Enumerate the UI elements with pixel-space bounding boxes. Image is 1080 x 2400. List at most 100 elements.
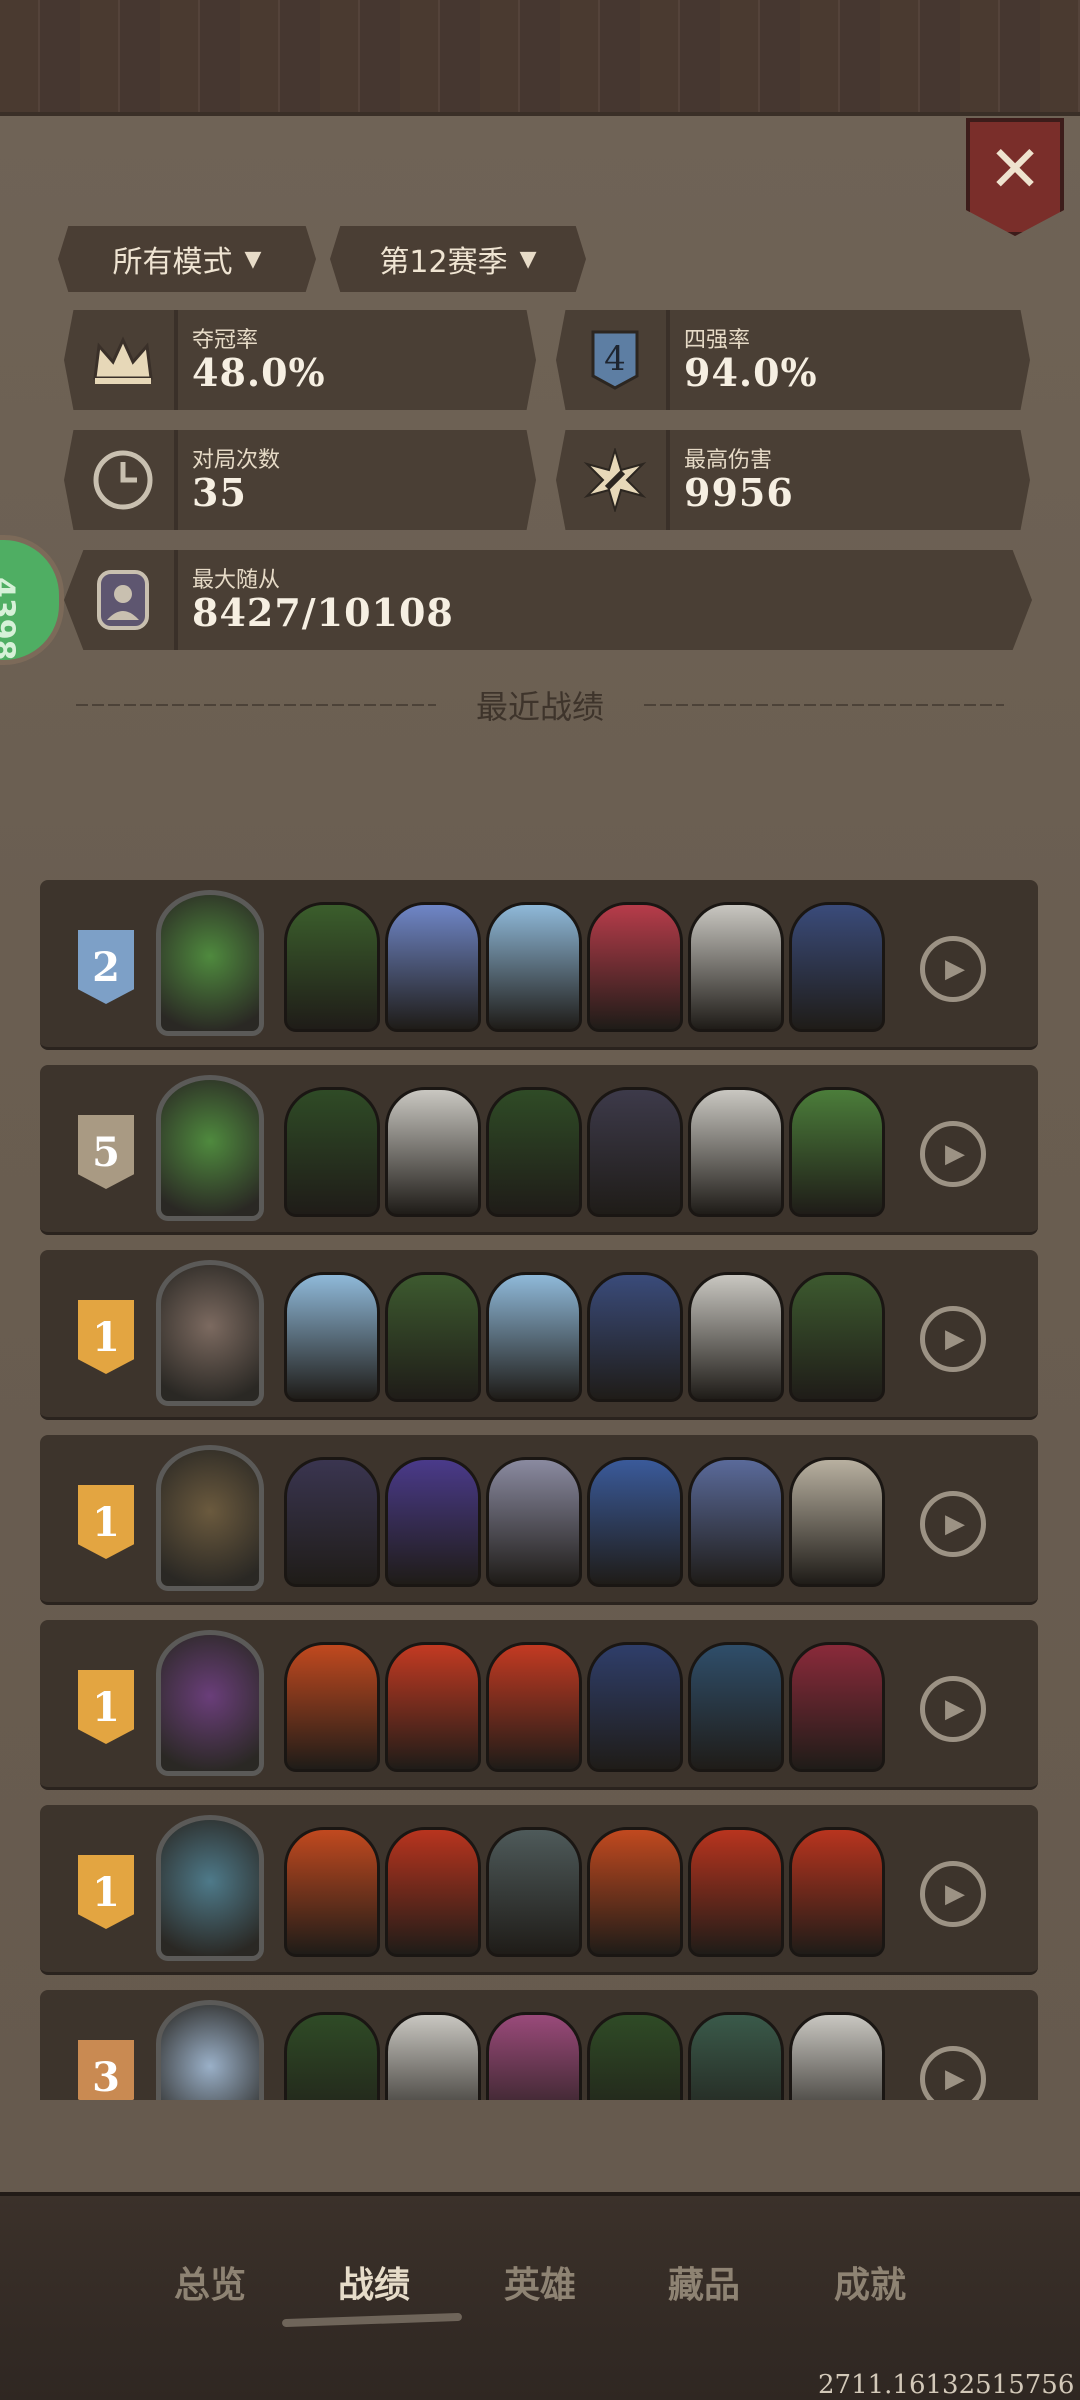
clock-icon [88,446,158,514]
stat-value: 8427/10108 [192,590,454,635]
recent-matches-header: 最近战绩 [0,680,1080,730]
minion-card[interactable] [486,902,582,1032]
minion-card[interactable] [385,1642,481,1772]
hero-portrait[interactable] [156,2000,264,2100]
minion-card[interactable] [284,902,380,1032]
minion-card[interactable] [486,1457,582,1587]
burst-icon [580,446,650,514]
minion-card[interactable] [587,1642,683,1772]
minion-card[interactable] [789,1272,885,1402]
top-wood-frame [0,0,1080,130]
rank-badge: 1 [78,1855,134,1929]
stat-win-rate: 夺冠率 48.0% [64,310,536,410]
tab-overview[interactable]: 总览 [174,2256,246,2308]
tab-achievements[interactable]: 成就 [834,2256,906,2308]
minion-card[interactable] [385,1087,481,1217]
match-row[interactable]: 1 ▶ [40,1250,1038,1420]
minion-card[interactable] [587,1087,683,1217]
stat-divider [666,430,670,530]
minion-card[interactable] [789,1087,885,1217]
stat-value: 94.0% [684,350,818,395]
mode-dropdown[interactable]: 所有模式 ▼ [58,226,316,292]
replay-button[interactable]: ▶ [920,936,986,1002]
replay-button[interactable]: ▶ [920,1491,986,1557]
match-row[interactable]: 1 ▶ [40,1435,1038,1605]
match-history-list[interactable]: 2 ▶ 5 ▶ 1 ▶ 1 ▶ 1 ▶ 1 ▶ 3 ▶ [0,880,1080,2100]
hero-portrait[interactable] [156,1815,264,1961]
minion-card[interactable] [789,902,885,1032]
play-icon: ▶ [945,1694,965,1724]
minion-card[interactable] [385,902,481,1032]
rank-badge: 2 [78,930,134,1004]
minion-card[interactable] [385,2012,481,2100]
play-icon: ▶ [945,1324,965,1354]
replay-button[interactable]: ▶ [920,1676,986,1742]
minion-card[interactable] [688,2012,784,2100]
hero-portrait[interactable] [156,1260,264,1406]
minion-card[interactable] [688,1272,784,1402]
shield-four-icon: 4 [580,326,650,394]
match-row[interactable]: 5 ▶ [40,1065,1038,1235]
build-id: 2711.16132515756 [818,2370,1075,2400]
match-row[interactable]: 2 ▶ [40,880,1038,1050]
minion-card[interactable] [486,1642,582,1772]
stat-divider [174,310,178,410]
minion-card[interactable] [284,1642,380,1772]
minion-card[interactable] [284,1457,380,1587]
replay-button[interactable]: ▶ [920,2046,986,2100]
minion-card[interactable] [486,1087,582,1217]
minion-card[interactable] [688,1457,784,1587]
minion-card[interactable] [789,1457,885,1587]
stat-divider [174,430,178,530]
minion-card[interactable] [587,1457,683,1587]
tab-records[interactable]: 战绩 [338,2256,410,2308]
minion-card[interactable] [688,1642,784,1772]
stat-value: 9956 [684,470,794,515]
section-title: 最近战绩 [475,688,604,726]
hero-portrait[interactable] [156,1630,264,1776]
play-icon: ▶ [945,1879,965,1909]
tab-collection[interactable]: 藏品 [668,2256,740,2308]
minion-card[interactable] [284,1272,380,1402]
hero-portrait[interactable] [156,1075,264,1221]
hero-portrait[interactable] [156,1445,264,1591]
rank-badge: 5 [78,1115,134,1189]
match-row[interactable]: 3 ▶ [40,1990,1038,2100]
match-row[interactable]: 1 ▶ [40,1805,1038,1975]
rank-badge: 1 [78,1670,134,1744]
match-row[interactable]: 1 ▶ [40,1620,1038,1790]
minion-card[interactable] [385,1272,481,1402]
minion-card[interactable] [385,1827,481,1957]
minion-card[interactable] [688,902,784,1032]
play-icon: ▶ [945,2064,965,2094]
minion-card[interactable] [385,1457,481,1587]
hero-portrait[interactable] [156,890,264,1036]
tab-heroes[interactable]: 英雄 [504,2256,576,2308]
minion-card[interactable] [486,1272,582,1402]
replay-button[interactable]: ▶ [920,1306,986,1372]
rank-badge: 1 [78,1485,134,1559]
minion-card[interactable] [688,1087,784,1217]
minion-card[interactable] [587,902,683,1032]
minion-card[interactable] [284,1087,380,1217]
close-icon: ✕ [988,133,1042,207]
season-dropdown[interactable]: 第12赛季 ▼ [330,226,586,292]
stat-top4-rate: 4 四强率 94.0% [556,310,1030,410]
minion-card[interactable] [284,2012,380,2100]
minion-card[interactable] [284,1827,380,1957]
replay-button[interactable]: ▶ [920,1861,986,1927]
active-tab-indicator [281,2312,463,2328]
minion-card[interactable] [587,2012,683,2100]
minion-card[interactable] [789,2012,885,2100]
replay-button[interactable]: ▶ [920,1121,986,1187]
rank-badge: 3 [78,2040,134,2100]
minion-card[interactable] [587,1272,683,1402]
minion-card[interactable] [688,1827,784,1957]
minion-card[interactable] [789,1642,885,1772]
minion-card[interactable] [486,2012,582,2100]
stat-divider [174,550,178,650]
minion-card[interactable] [789,1827,885,1957]
minion-card[interactable] [486,1827,582,1957]
mode-label: 所有模式 [112,245,233,280]
minion-card[interactable] [587,1827,683,1957]
